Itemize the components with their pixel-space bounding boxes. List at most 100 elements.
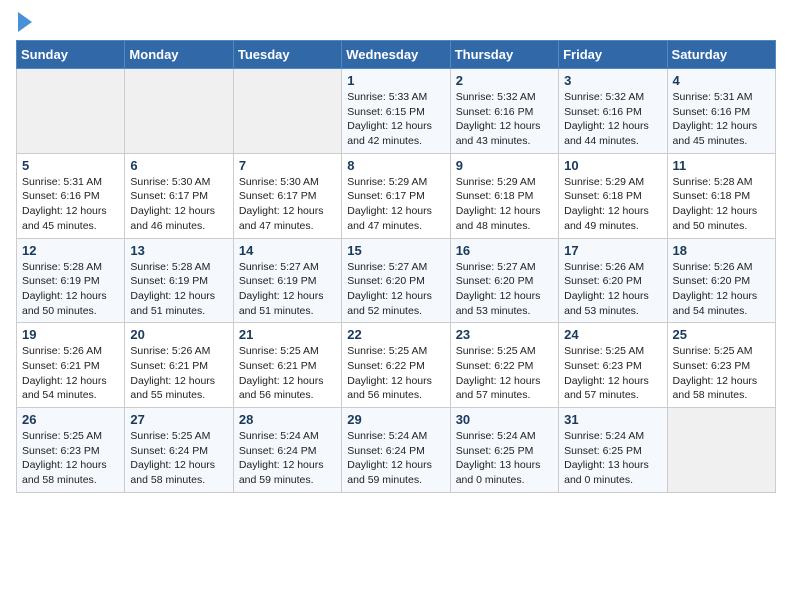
day-number: 27 (130, 412, 227, 427)
calendar-cell: 8 Sunrise: 5:29 AM Sunset: 6:17 PM Daylig… (342, 153, 450, 238)
calendar-week-row: 19 Sunrise: 5:26 AM Sunset: 6:21 PM Dayli… (17, 323, 776, 408)
day-number: 28 (239, 412, 336, 427)
day-number: 21 (239, 327, 336, 342)
day-sun-info: Sunrise: 5:25 AM Sunset: 6:23 PM Dayligh… (673, 344, 770, 403)
day-sun-info: Sunrise: 5:26 AM Sunset: 6:21 PM Dayligh… (130, 344, 227, 403)
calendar-cell: 31 Sunrise: 5:24 AM Sunset: 6:25 PM Dayli… (559, 408, 667, 493)
day-number: 13 (130, 243, 227, 258)
day-sun-info: Sunrise: 5:27 AM Sunset: 6:19 PM Dayligh… (239, 260, 336, 319)
day-number: 4 (673, 73, 770, 88)
calendar-cell (667, 408, 775, 493)
day-sun-info: Sunrise: 5:24 AM Sunset: 6:25 PM Dayligh… (456, 429, 553, 488)
calendar-cell (233, 69, 341, 154)
calendar-cell: 6Sunrise: 5:30 AM Sunset: 6:17 PM Daylig… (125, 153, 233, 238)
day-sun-info: Sunrise: 5:30 AM Sunset: 6:17 PM Dayligh… (239, 175, 336, 234)
weekday-header-saturday: Saturday (667, 41, 775, 69)
day-sun-info: Sunrise: 5:24 AM Sunset: 6:24 PM Dayligh… (347, 429, 444, 488)
logo (16, 16, 32, 32)
calendar-cell (125, 69, 233, 154)
day-number: 31 (564, 412, 661, 427)
calendar-cell: 14 Sunrise: 5:27 AM Sunset: 6:19 PM Dayli… (233, 238, 341, 323)
day-sun-info: Sunrise: 5:25 AM Sunset: 6:22 PM Dayligh… (456, 344, 553, 403)
calendar-cell: 11 Sunrise: 5:28 AM Sunset: 6:18 PM Dayli… (667, 153, 775, 238)
calendar-week-row: 26 Sunrise: 5:25 AM Sunset: 6:23 PM Dayli… (17, 408, 776, 493)
day-sun-info: Sunrise: 5:25 AM Sunset: 6:23 PM Dayligh… (564, 344, 661, 403)
day-sun-info: Sunrise: 5:29 AM Sunset: 6:18 PM Dayligh… (456, 175, 553, 234)
day-number: 19 (22, 327, 119, 342)
day-sun-info: Sunrise: 5:24 AM Sunset: 6:24 PM Dayligh… (239, 429, 336, 488)
day-sun-info: Sunrise: 5:28 AM Sunset: 6:18 PM Dayligh… (673, 175, 770, 234)
calendar-cell: 30 Sunrise: 5:24 AM Sunset: 6:25 PM Dayli… (450, 408, 558, 493)
calendar-cell: 22Sunrise: 5:25 AM Sunset: 6:22 PM Dayli… (342, 323, 450, 408)
page-header (16, 16, 776, 32)
weekday-header-tuesday: Tuesday (233, 41, 341, 69)
day-number: 26 (22, 412, 119, 427)
calendar-cell: 25 Sunrise: 5:25 AM Sunset: 6:23 PM Dayli… (667, 323, 775, 408)
weekday-header-monday: Monday (125, 41, 233, 69)
day-number: 11 (673, 158, 770, 173)
calendar-cell: 4 Sunrise: 5:31 AM Sunset: 6:16 PM Daylig… (667, 69, 775, 154)
day-sun-info: Sunrise: 5:32 AM Sunset: 6:16 PM Dayligh… (456, 90, 553, 149)
day-number: 24 (564, 327, 661, 342)
day-sun-info: Sunrise: 5:26 AM Sunset: 6:21 PM Dayligh… (22, 344, 119, 403)
day-number: 5 (22, 158, 119, 173)
day-sun-info: Sunrise: 5:24 AM Sunset: 6:25 PM Dayligh… (564, 429, 661, 488)
calendar-cell: 19 Sunrise: 5:26 AM Sunset: 6:21 PM Dayli… (17, 323, 125, 408)
day-number: 18 (673, 243, 770, 258)
calendar-cell: 15 Sunrise: 5:27 AM Sunset: 6:20 PM Dayli… (342, 238, 450, 323)
calendar-week-row: 5 Sunrise: 5:31 AM Sunset: 6:16 PM Daylig… (17, 153, 776, 238)
day-sun-info: Sunrise: 5:25 AM Sunset: 6:21 PM Dayligh… (239, 344, 336, 403)
calendar-cell: 17Sunrise: 5:26 AM Sunset: 6:20 PM Dayli… (559, 238, 667, 323)
calendar-cell: 10 Sunrise: 5:29 AM Sunset: 6:18 PM Dayli… (559, 153, 667, 238)
day-sun-info: Sunrise: 5:25 AM Sunset: 6:23 PM Dayligh… (22, 429, 119, 488)
calendar-cell: 28 Sunrise: 5:24 AM Sunset: 6:24 PM Dayli… (233, 408, 341, 493)
calendar-table: SundayMondayTuesdayWednesdayThursdayFrid… (16, 40, 776, 493)
day-number: 23 (456, 327, 553, 342)
day-number: 3 (564, 73, 661, 88)
day-number: 8 (347, 158, 444, 173)
day-sun-info: Sunrise: 5:27 AM Sunset: 6:20 PM Dayligh… (456, 260, 553, 319)
day-number: 14 (239, 243, 336, 258)
day-sun-info: Sunrise: 5:25 AM Sunset: 6:24 PM Dayligh… (130, 429, 227, 488)
calendar-cell: 1 Sunrise: 5:33 AM Sunset: 6:15 PM Daylig… (342, 69, 450, 154)
day-sun-info: Sunrise: 5:25 AM Sunset: 6:22 PM Dayligh… (347, 344, 444, 403)
day-sun-info: Sunrise: 5:31 AM Sunset: 6:16 PM Dayligh… (22, 175, 119, 234)
day-sun-info: Sunrise: 5:33 AM Sunset: 6:15 PM Dayligh… (347, 90, 444, 149)
calendar-cell: 18 Sunrise: 5:26 AM Sunset: 6:20 PM Dayli… (667, 238, 775, 323)
day-sun-info: Sunrise: 5:29 AM Sunset: 6:17 PM Dayligh… (347, 175, 444, 234)
day-sun-info: Sunrise: 5:29 AM Sunset: 6:18 PM Dayligh… (564, 175, 661, 234)
day-sun-info: Sunrise: 5:26 AM Sunset: 6:20 PM Dayligh… (673, 260, 770, 319)
day-sun-info: Sunrise: 5:28 AM Sunset: 6:19 PM Dayligh… (130, 260, 227, 319)
day-number: 9 (456, 158, 553, 173)
day-number: 2 (456, 73, 553, 88)
day-number: 7 (239, 158, 336, 173)
calendar-cell: 7 Sunrise: 5:30 AM Sunset: 6:17 PM Daylig… (233, 153, 341, 238)
calendar-cell: 21 Sunrise: 5:25 AM Sunset: 6:21 PM Dayli… (233, 323, 341, 408)
day-sun-info: Sunrise: 5:26 AM Sunset: 6:20 PM Dayligh… (564, 260, 661, 319)
calendar-header-row: SundayMondayTuesdayWednesdayThursdayFrid… (17, 41, 776, 69)
day-sun-info: Sunrise: 5:31 AM Sunset: 6:16 PM Dayligh… (673, 90, 770, 149)
day-sun-info: Sunrise: 5:27 AM Sunset: 6:20 PM Dayligh… (347, 260, 444, 319)
day-number: 20 (130, 327, 227, 342)
calendar-cell: 29Sunrise: 5:24 AM Sunset: 6:24 PM Dayli… (342, 408, 450, 493)
calendar-cell: 24 Sunrise: 5:25 AM Sunset: 6:23 PM Dayli… (559, 323, 667, 408)
day-number: 6 (130, 158, 227, 173)
calendar-cell: 23 Sunrise: 5:25 AM Sunset: 6:22 PM Dayli… (450, 323, 558, 408)
calendar-cell: 16 Sunrise: 5:27 AM Sunset: 6:20 PM Dayli… (450, 238, 558, 323)
day-sun-info: Sunrise: 5:32 AM Sunset: 6:16 PM Dayligh… (564, 90, 661, 149)
logo-arrow-icon (18, 12, 32, 32)
calendar-cell: 13 Sunrise: 5:28 AM Sunset: 6:19 PM Dayli… (125, 238, 233, 323)
day-number: 16 (456, 243, 553, 258)
weekday-header-sunday: Sunday (17, 41, 125, 69)
day-number: 30 (456, 412, 553, 427)
calendar-cell: 27 Sunrise: 5:25 AM Sunset: 6:24 PM Dayli… (125, 408, 233, 493)
calendar-cell: 5 Sunrise: 5:31 AM Sunset: 6:16 PM Daylig… (17, 153, 125, 238)
calendar-cell: 2 Sunrise: 5:32 AM Sunset: 6:16 PM Daylig… (450, 69, 558, 154)
day-number: 10 (564, 158, 661, 173)
weekday-header-friday: Friday (559, 41, 667, 69)
day-number: 25 (673, 327, 770, 342)
calendar-cell: 26 Sunrise: 5:25 AM Sunset: 6:23 PM Dayli… (17, 408, 125, 493)
day-number: 1 (347, 73, 444, 88)
day-number: 15 (347, 243, 444, 258)
calendar-cell: 12Sunrise: 5:28 AM Sunset: 6:19 PM Dayli… (17, 238, 125, 323)
